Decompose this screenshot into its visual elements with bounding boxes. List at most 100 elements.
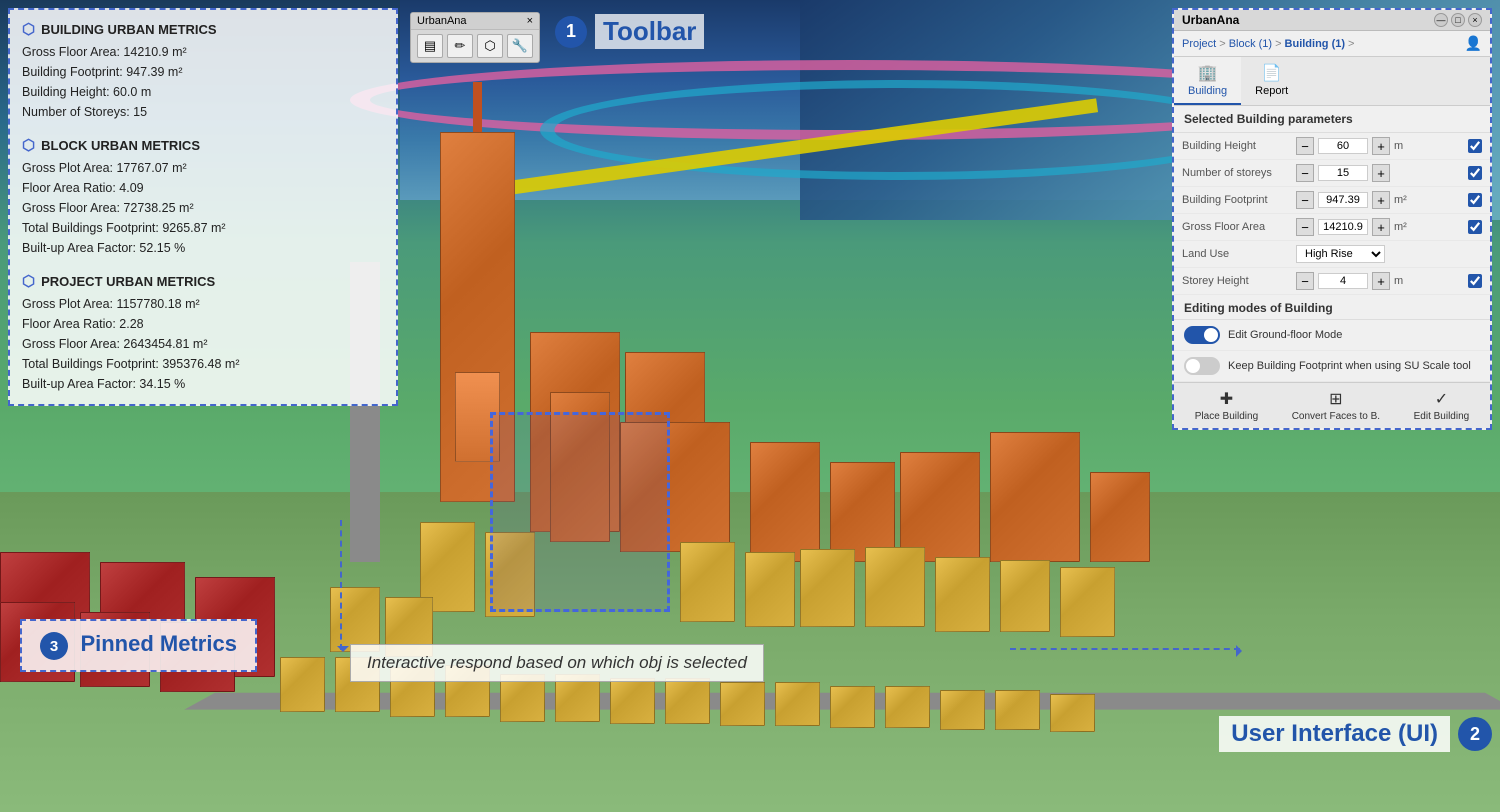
block-metrics-icon: ⬡ bbox=[22, 136, 35, 154]
param-label-storey-height: Storey Height bbox=[1182, 275, 1292, 287]
project-metrics-icon: ⬡ bbox=[22, 272, 35, 290]
toggle-keep-footprint[interactable] bbox=[1184, 357, 1220, 375]
panel-app-name: UrbanAna bbox=[1182, 13, 1239, 27]
tab-report[interactable]: 📄 Report bbox=[1241, 57, 1302, 105]
param-label-height: Building Height bbox=[1182, 140, 1292, 152]
breadcrumb-sep2: > bbox=[1275, 38, 1281, 50]
edit-mode-ground-floor: Edit Ground-floor Mode bbox=[1174, 320, 1490, 351]
toolbar-window-title: UrbanAna bbox=[417, 15, 467, 27]
block-metric-3: Gross Floor Area: 72738.25 m² bbox=[22, 198, 384, 218]
breadcrumb-path: Project > Block (1) > Building (1) > bbox=[1182, 38, 1354, 50]
toggle-knob-ground-floor bbox=[1204, 328, 1218, 342]
panel-maximize-btn[interactable]: □ bbox=[1451, 13, 1465, 27]
toolbar-annotation-label: Toolbar bbox=[595, 14, 704, 49]
param-check-storey-height[interactable] bbox=[1468, 274, 1482, 288]
panel-breadcrumb: Project > Block (1) > Building (1) > 👤 bbox=[1174, 31, 1490, 57]
metrics-panel: ⬡ BUILDING URBAN METRICS Gross Floor Are… bbox=[8, 8, 398, 406]
breadcrumb-project[interactable]: Project bbox=[1182, 38, 1216, 50]
ui-annotation-label: User Interface (UI) bbox=[1219, 716, 1450, 752]
param-label-storeys: Number of storeys bbox=[1182, 167, 1292, 179]
panel-close-btn[interactable]: × bbox=[1468, 13, 1482, 27]
building-metric-2: Building Footprint: 947.39 m² bbox=[22, 62, 384, 82]
pinned-text: Pinned Metrics bbox=[80, 631, 236, 656]
toolbar-window: UrbanAna × ▤ ✏ ⬡ 🔧 bbox=[410, 12, 540, 63]
project-metric-5: Built-up Area Factor: 34.15 % bbox=[22, 374, 384, 394]
project-metric-1: Gross Plot Area: 1157780.18 m² bbox=[22, 294, 384, 314]
param-unit-gfa: m² bbox=[1394, 221, 1416, 233]
param-row-storeys: Number of storeys − 15 + bbox=[1174, 160, 1490, 187]
param-value-height[interactable]: 60 bbox=[1318, 138, 1368, 154]
edit-building-icon: ✓ bbox=[1435, 389, 1448, 409]
param-label-landuse: Land Use bbox=[1182, 248, 1292, 260]
param-check-gfa[interactable] bbox=[1468, 220, 1482, 234]
toggle-ground-floor[interactable] bbox=[1184, 326, 1220, 344]
toolbar-buttons: ▤ ✏ ⬡ 🔧 bbox=[411, 30, 539, 62]
param-row-footprint: Building Footprint − 947.39 + m² bbox=[1174, 187, 1490, 214]
project-metric-3: Gross Floor Area: 2643454.81 m² bbox=[22, 334, 384, 354]
param-row-landuse: Land Use High Rise Low Rise Mixed Use Co… bbox=[1174, 241, 1490, 268]
breadcrumb-building[interactable]: Building (1) bbox=[1285, 38, 1346, 50]
pinned-num: 3 bbox=[40, 632, 68, 660]
param-decrement-storey-height[interactable]: − bbox=[1296, 272, 1314, 290]
breadcrumb-block[interactable]: Block (1) bbox=[1229, 38, 1272, 50]
param-increment-gfa[interactable]: + bbox=[1372, 218, 1390, 236]
param-decrement-gfa[interactable]: − bbox=[1296, 218, 1314, 236]
place-building-btn[interactable]: ✚ Place Building bbox=[1195, 389, 1258, 422]
report-tab-icon: 📄 bbox=[1262, 63, 1282, 83]
edit-mode-keep-footprint: Keep Building Footprint when using SU Sc… bbox=[1174, 351, 1490, 382]
building-tab-label: Building bbox=[1188, 85, 1227, 97]
param-increment-storeys[interactable]: + bbox=[1372, 164, 1390, 182]
edit-building-btn[interactable]: ✓ Edit Building bbox=[1414, 389, 1470, 422]
place-building-icon: ✚ bbox=[1220, 389, 1233, 409]
project-metrics-section: ⬡ PROJECT URBAN METRICS Gross Plot Area:… bbox=[22, 272, 384, 394]
keep-footprint-mode-label: Keep Building Footprint when using SU Sc… bbox=[1228, 360, 1471, 372]
toolbar-annotation-num: 1 bbox=[555, 16, 587, 48]
param-check-footprint[interactable] bbox=[1468, 193, 1482, 207]
toolbar-btn-2[interactable]: ✏ bbox=[447, 34, 473, 58]
place-building-label: Place Building bbox=[1195, 411, 1258, 422]
param-unit-storey-height: m bbox=[1394, 275, 1416, 287]
panel-minimize-btn[interactable]: — bbox=[1434, 13, 1448, 27]
panel-tabs: 🏢 Building 📄 Report bbox=[1174, 57, 1490, 106]
param-row-building-height: Building Height − 60 + m bbox=[1174, 133, 1490, 160]
param-value-storeys[interactable]: 15 bbox=[1318, 165, 1368, 181]
param-decrement-storeys[interactable]: − bbox=[1296, 164, 1314, 182]
toggle-knob-keep-footprint bbox=[1186, 359, 1200, 373]
toolbar-close-btn[interactable]: × bbox=[527, 15, 533, 27]
param-row-gfa: Gross Floor Area − 14210.9 + m² bbox=[1174, 214, 1490, 241]
interactive-label-text: Interactive respond based on which obj i… bbox=[367, 653, 747, 672]
param-label-footprint: Building Footprint bbox=[1182, 194, 1292, 206]
toolbar-btn-1[interactable]: ▤ bbox=[417, 34, 443, 58]
param-unit-footprint: m² bbox=[1394, 194, 1416, 206]
interactive-to-ui-arrow bbox=[1010, 648, 1240, 650]
param-row-storey-height: Storey Height − 4 + m bbox=[1174, 268, 1490, 295]
ui-annotation: User Interface (UI) 2 bbox=[1219, 716, 1492, 752]
param-check-storeys[interactable] bbox=[1468, 166, 1482, 180]
edit-building-label: Edit Building bbox=[1414, 411, 1470, 422]
breadcrumb-avatar-icon[interactable]: 👤 bbox=[1465, 35, 1482, 52]
interactive-respond-label: Interactive respond based on which obj i… bbox=[350, 644, 764, 682]
building-metric-4: Number of Storeys: 15 bbox=[22, 102, 384, 122]
project-metric-4: Total Buildings Footprint: 395376.48 m² bbox=[22, 354, 384, 374]
param-value-footprint[interactable]: 947.39 bbox=[1318, 192, 1368, 208]
toolbar-btn-4[interactable]: 🔧 bbox=[507, 34, 533, 58]
building-metrics-section: ⬡ BUILDING URBAN METRICS Gross Floor Are… bbox=[22, 20, 384, 122]
param-dropdown-landuse[interactable]: High Rise Low Rise Mixed Use Commercial bbox=[1296, 245, 1385, 263]
convert-faces-label: Convert Faces to B. bbox=[1292, 411, 1380, 422]
block-metric-5: Built-up Area Factor: 52.15 % bbox=[22, 238, 384, 258]
report-tab-label: Report bbox=[1255, 85, 1288, 97]
param-increment-height[interactable]: + bbox=[1372, 137, 1390, 155]
toolbar-btn-3[interactable]: ⬡ bbox=[477, 34, 503, 58]
param-decrement-height[interactable]: − bbox=[1296, 137, 1314, 155]
param-value-gfa[interactable]: 14210.9 bbox=[1318, 219, 1368, 235]
param-check-height[interactable] bbox=[1468, 139, 1482, 153]
block-metrics-title: ⬡ BLOCK URBAN METRICS bbox=[22, 136, 384, 154]
param-increment-storey-height[interactable]: + bbox=[1372, 272, 1390, 290]
param-increment-footprint[interactable]: + bbox=[1372, 191, 1390, 209]
param-value-storey-height[interactable]: 4 bbox=[1318, 273, 1368, 289]
param-decrement-footprint[interactable]: − bbox=[1296, 191, 1314, 209]
panel-window-buttons: — □ × bbox=[1434, 13, 1482, 27]
convert-faces-btn[interactable]: ⊞ Convert Faces to B. bbox=[1292, 389, 1380, 422]
building-metric-3: Building Height: 60.0 m bbox=[22, 82, 384, 102]
tab-building[interactable]: 🏢 Building bbox=[1174, 57, 1241, 105]
